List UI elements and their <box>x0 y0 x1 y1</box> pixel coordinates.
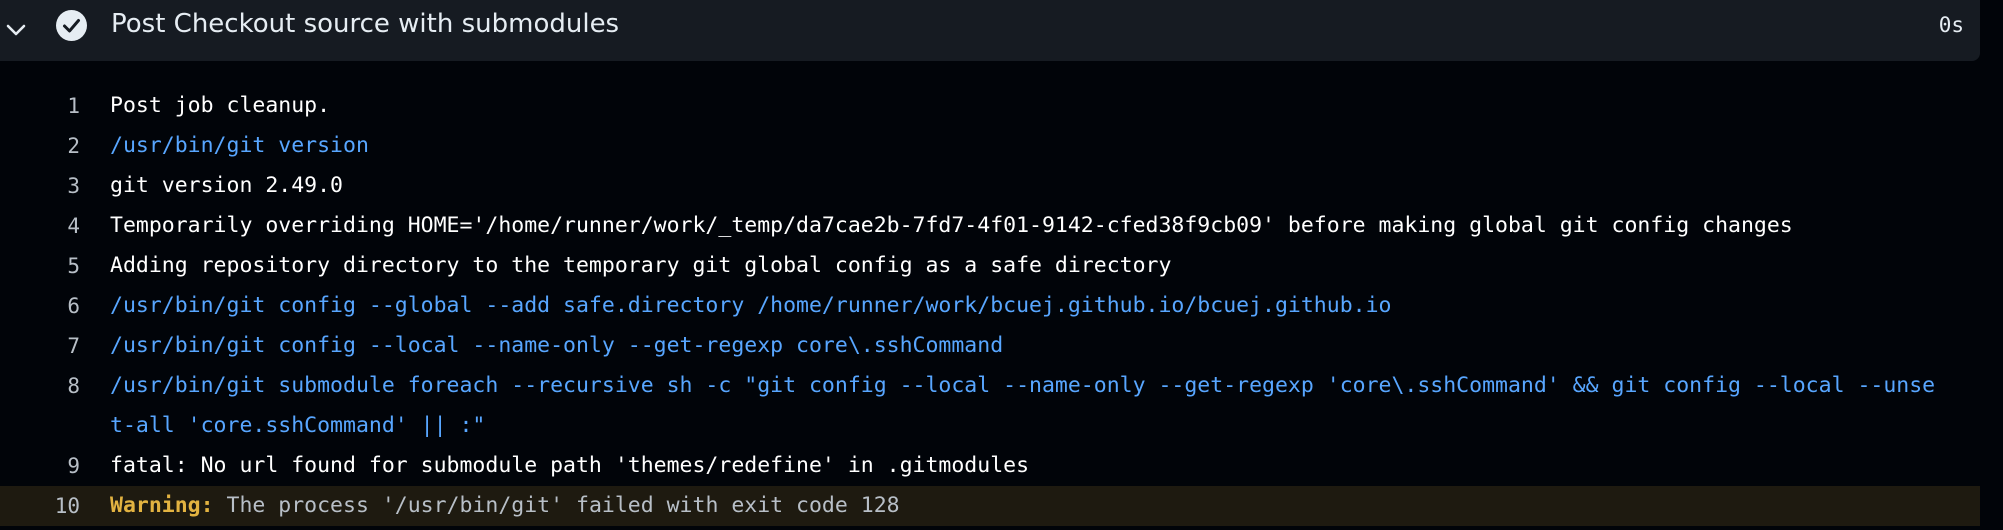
log-line: 6/usr/bin/git config --global --add safe… <box>0 286 1980 326</box>
log-line-text: /usr/bin/git config --global --add safe.… <box>110 293 1392 318</box>
log-line-text: git version 2.49.0 <box>110 173 343 198</box>
log-line-text: /usr/bin/git config --local --name-only … <box>110 333 1004 358</box>
step-title[interactable]: Post Checkout source with submodules <box>111 9 619 39</box>
step-duration: 0s <box>1938 13 1964 37</box>
line-number[interactable]: 5 <box>0 246 80 286</box>
step-log-panel: Post Checkout source with submodules 0s … <box>0 0 1980 530</box>
line-number[interactable]: 10 <box>0 486 80 526</box>
log-line: 5 Adding repository directory to the temp… <box>0 246 1980 286</box>
warning-message: The process '/usr/bin/git' failed with e… <box>213 493 900 518</box>
log-line-text: Temporarily overriding HOME='/home/runne… <box>110 213 1793 238</box>
log-line: 4 Temporarily overriding HOME='/home/runn… <box>0 206 1980 246</box>
line-number[interactable]: 1 <box>0 86 80 126</box>
line-number[interactable]: 4 <box>0 206 80 246</box>
log-line: 8/usr/bin/git submodule foreach --recurs… <box>0 366 1980 446</box>
line-number[interactable]: 8 <box>0 366 80 446</box>
log-line: 7/usr/bin/git config --local --name-only… <box>0 326 1980 366</box>
log-line-text: /usr/bin/git submodule foreach --recursi… <box>110 373 1936 438</box>
line-number[interactable]: 2 <box>0 126 80 166</box>
log-line-text: Adding repository directory to the tempo… <box>110 253 1172 278</box>
line-number[interactable]: 3 <box>0 166 80 206</box>
chevron-down-icon[interactable] <box>0 14 32 46</box>
line-number[interactable]: 9 <box>0 446 80 486</box>
log-lines: 1 Post job cleanup. 2/usr/bin/git version 3… <box>0 86 1980 526</box>
warning-label: Warning: <box>110 493 214 518</box>
log-line: 9 fatal: No url found for submodule path … <box>0 446 1980 486</box>
log-line: 3 git version 2.49.0 <box>0 166 1980 206</box>
step-header[interactable]: Post Checkout source with submodules 0s <box>0 0 1980 61</box>
log-line: 1 Post job cleanup. <box>0 86 1980 126</box>
log-line: 2/usr/bin/git version <box>0 126 1980 166</box>
log-line-text: Post job cleanup. <box>110 93 331 118</box>
line-number[interactable]: 7 <box>0 326 80 366</box>
log-line: 10 Warning: The process '/usr/bin/git' fa… <box>0 486 1980 526</box>
line-number[interactable]: 6 <box>0 286 80 326</box>
log-line-text: Warning: The process '/usr/bin/git' fail… <box>80 486 1980 526</box>
log-line-text: /usr/bin/git version <box>110 133 369 158</box>
log-line-text: fatal: No url found for submodule path '… <box>110 453 1030 478</box>
check-circle-icon <box>55 9 88 42</box>
